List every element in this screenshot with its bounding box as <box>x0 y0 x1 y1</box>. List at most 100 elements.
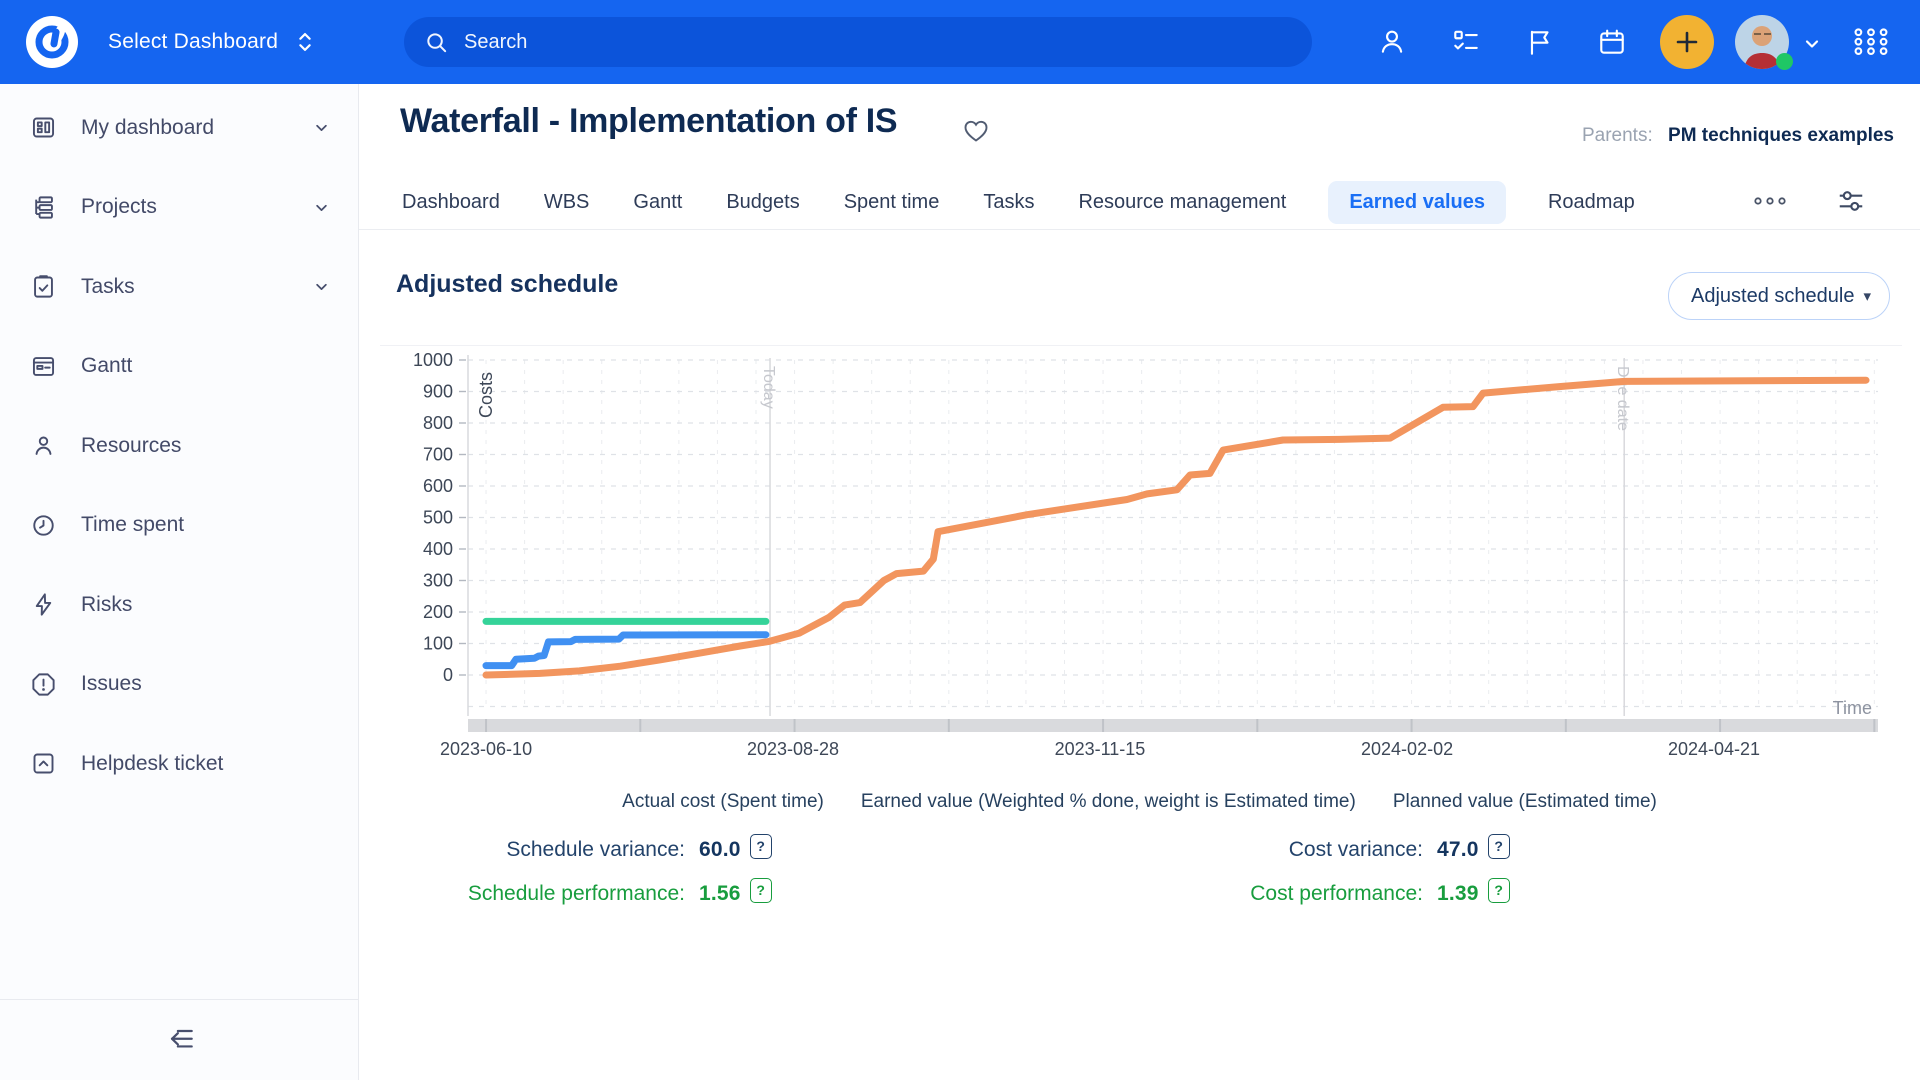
sidebar-item-my-dashboard[interactable]: My dashboard <box>0 88 358 168</box>
metric-value: 1.39 <box>1437 882 1479 906</box>
clock-icon <box>30 512 57 539</box>
projects-icon <box>30 194 57 221</box>
y-tick-label: 500 <box>423 508 453 528</box>
help-icon[interactable]: ? <box>1488 834 1510 859</box>
sidebar-item-projects[interactable]: Projects <box>0 168 358 248</box>
tab-earned-values[interactable]: Earned values <box>1328 181 1506 224</box>
sidebar-item-gantt[interactable]: Gantt <box>0 327 358 407</box>
tab-budgets[interactable]: Budgets <box>724 181 801 224</box>
more-options-icon[interactable] <box>1750 190 1790 212</box>
metric-schedule-variance: Schedule variance:60.0? <box>380 838 772 865</box>
project-tabs: Dashboard WBS Gantt Budgets Spent time Tasks R… <box>400 178 1637 226</box>
add-new-button[interactable] <box>1660 15 1714 69</box>
sidebar-item-time-spent[interactable]: Time spent <box>0 486 358 566</box>
tab-wbs[interactable]: WBS <box>542 181 592 224</box>
page-title: Waterfall - Implementation of IS <box>400 102 897 141</box>
search-input[interactable] <box>462 30 1292 55</box>
lightning-icon <box>30 591 57 618</box>
alert-octagon-icon <box>30 671 57 698</box>
dropdown-caret-icon: ▾ <box>1863 287 1871 305</box>
y-tick-label: 0 <box>443 665 453 685</box>
sidebar-item-label: Risks <box>81 593 132 617</box>
help-icon[interactable]: ? <box>1488 878 1510 903</box>
flag-icon[interactable] <box>1525 27 1555 57</box>
y-tick-label: 800 <box>423 413 453 433</box>
metric-cost-variance: Cost variance:47.0? <box>1118 838 1510 865</box>
x-tick-label: 2023-06-10 <box>440 739 532 759</box>
sidebar-item-label: Projects <box>81 195 157 219</box>
helpdesk-icon <box>30 750 57 777</box>
online-status-dot <box>1776 53 1793 70</box>
chevron-down-icon <box>311 276 332 297</box>
metric-value: 1.56 <box>699 882 741 906</box>
tab-gantt[interactable]: Gantt <box>631 181 684 224</box>
dashboard-selector-label: Select Dashboard <box>108 30 278 54</box>
y-tick-label: 400 <box>423 539 453 559</box>
annotation-label-due-date: Due date <box>1614 366 1631 431</box>
resources-icon <box>30 432 57 459</box>
parents-link[interactable]: PM techniques examples <box>1668 125 1894 146</box>
tab-roadmap[interactable]: Roadmap <box>1546 181 1637 224</box>
schedule-dropdown-value: Adjusted schedule <box>1691 285 1854 308</box>
filter-settings-icon[interactable] <box>1836 186 1866 216</box>
earned-value-chart[interactable]: 01002003004005006007008009001000CostsTod… <box>380 350 1910 764</box>
breadcrumb: Parents: PM techniques examples <box>1582 125 1894 147</box>
help-icon[interactable]: ? <box>750 878 772 903</box>
chevron-down-icon <box>311 117 332 138</box>
metric-value: 60.0 <box>699 838 741 862</box>
metric-label: Cost variance: <box>1118 838 1423 862</box>
tab-tasks[interactable]: Tasks <box>981 181 1036 224</box>
app-logo-icon[interactable] <box>25 15 79 69</box>
metric-label: Schedule variance: <box>380 838 685 862</box>
chevron-down-icon[interactable] <box>1800 32 1824 56</box>
legend-item-planned-value-estimated-[interactable]: Planned value (Estimated time) <box>1393 791 1657 813</box>
y-tick-label: 100 <box>423 634 453 654</box>
x-tick-label: 2023-08-28 <box>747 739 839 759</box>
card-divider <box>380 345 1902 346</box>
section-title: Adjusted schedule <box>396 270 618 299</box>
parents-label: Parents: <box>1582 125 1653 146</box>
sidebar-item-label: My dashboard <box>81 116 214 140</box>
user-icon[interactable] <box>1377 27 1407 57</box>
sidebar-item-issues[interactable]: Issues <box>0 645 358 725</box>
metric-label: Cost performance: <box>1118 882 1423 906</box>
favorite-heart-icon[interactable] <box>962 117 990 144</box>
checklist-icon[interactable] <box>1451 27 1481 57</box>
tabs-divider <box>359 229 1920 230</box>
x-tick-label: 2024-04-21 <box>1668 739 1760 759</box>
legend-item-actual-cost-spent-time[interactable]: Actual cost (Spent time) <box>622 791 824 813</box>
top-bar: Select Dashboard <box>0 0 1920 84</box>
help-icon[interactable]: ? <box>750 834 772 859</box>
tab-spent-time[interactable]: Spent time <box>842 181 942 224</box>
cost-metrics: Cost variance:47.0? Cost performance: 1.39… <box>1118 838 1510 926</box>
metric-cost-performance: Cost performance:1.39? <box>1118 882 1510 909</box>
sidebar-collapse-icon[interactable] <box>163 1022 197 1056</box>
apps-grid-icon[interactable] <box>1850 27 1892 57</box>
dashboard-selector[interactable]: Select Dashboard <box>108 0 318 84</box>
sidebar-item-risks[interactable]: Risks <box>0 565 358 645</box>
chart-legend: Actual cost (Spent time) Earned value (We… <box>359 791 1920 813</box>
sidebar-item-label: Gantt <box>81 354 132 378</box>
search-bar[interactable] <box>404 17 1312 67</box>
x-tick-label: 2023-11-15 <box>1055 739 1146 759</box>
schedule-dropdown[interactable]: Adjusted schedule ▾ <box>1668 272 1890 320</box>
y-tick-label: 200 <box>423 602 453 622</box>
calendar-icon[interactable] <box>1597 27 1627 57</box>
sidebar-item-label: Issues <box>81 672 142 696</box>
dashboard-icon <box>30 114 57 141</box>
sidebar-item-helpdesk-ticket[interactable]: Helpdesk ticket <box>0 724 358 804</box>
tab-dashboard[interactable]: Dashboard <box>400 181 502 224</box>
sidebar-item-resources[interactable]: Resources <box>0 406 358 486</box>
search-icon <box>424 30 449 55</box>
chevron-down-icon <box>311 197 332 218</box>
y-tick-label: 1000 <box>413 350 453 370</box>
y-axis-title: Costs <box>476 372 496 418</box>
tab-resource-management[interactable]: Resource management <box>1076 181 1288 224</box>
metric-schedule-performance: Schedule performance:1.56? <box>380 882 772 909</box>
series-planned-value-estimated-time[interactable] <box>486 380 1866 675</box>
sidebar: My dashboard Projects Tasks Gantt ResourcesT… <box>0 84 359 1080</box>
sidebar-divider <box>0 999 358 1000</box>
legend-item-earned-value-weighted-do[interactable]: Earned value (Weighted % done, weight is… <box>861 791 1356 813</box>
timeline-strip[interactable] <box>468 719 1878 732</box>
sidebar-item-tasks[interactable]: Tasks <box>0 247 358 327</box>
